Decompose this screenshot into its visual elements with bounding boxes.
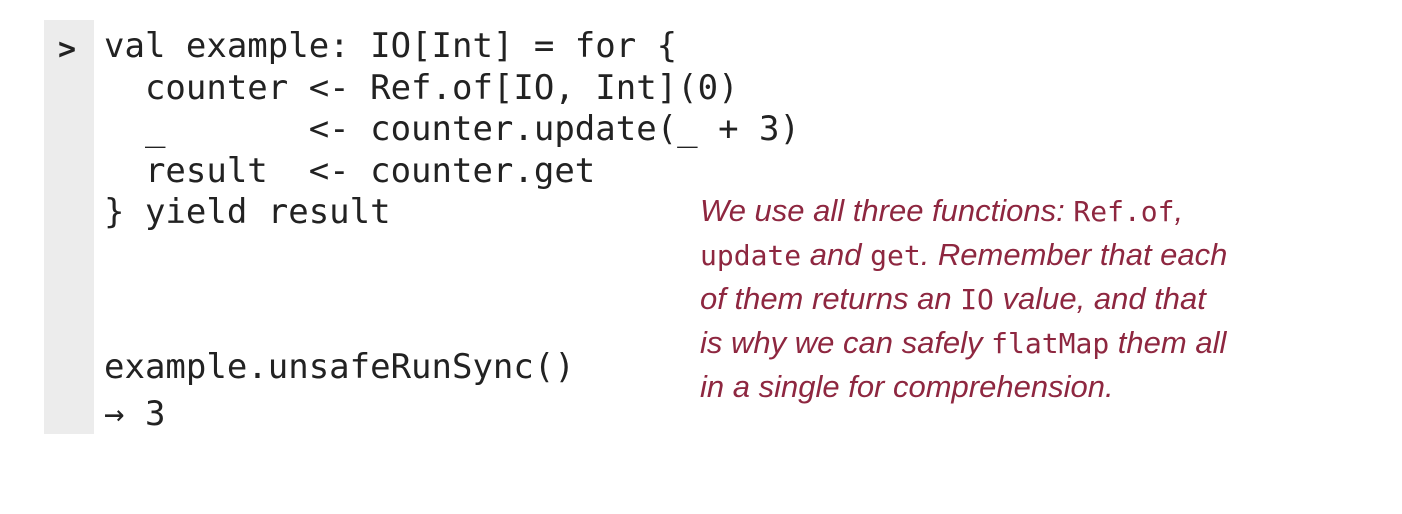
annotation-line: in a single for comprehension. xyxy=(700,369,1114,404)
output-line: → 3 xyxy=(104,394,166,434)
annotation-line: update and get. Remember that each xyxy=(700,237,1228,272)
repl-output-block: example.unsafeRunSync() → 3 xyxy=(104,344,575,438)
code-line: val example: IO[Int] = for { xyxy=(104,26,678,66)
annotation-line: of them returns an IO value, and that xyxy=(700,281,1206,316)
annotation-line: We use all three functions: Ref.of, xyxy=(700,193,1184,228)
code-line: _ <- counter.update(_ + 3) xyxy=(104,109,800,149)
code-line: result <- counter.get xyxy=(104,150,596,191)
inline-code: Ref.of xyxy=(1073,195,1175,228)
annotation-line: is why we can safely flatMap them all xyxy=(700,325,1227,360)
repl-prompt-indicator: > xyxy=(58,32,77,67)
handwritten-annotation: We use all three functions: Ref.of, upda… xyxy=(700,189,1390,409)
inline-code: IO xyxy=(960,283,994,316)
repl-gutter xyxy=(44,20,94,434)
output-line: example.unsafeRunSync() xyxy=(104,347,575,387)
code-block: val example: IO[Int] = for { counter <- … xyxy=(104,26,800,234)
inline-code: flatMap xyxy=(991,327,1110,360)
code-line: } yield result xyxy=(104,192,391,232)
code-line: counter <- Ref.of[IO, Int](0) xyxy=(104,67,739,108)
inline-code: get xyxy=(870,239,921,272)
inline-code: update xyxy=(700,239,802,272)
